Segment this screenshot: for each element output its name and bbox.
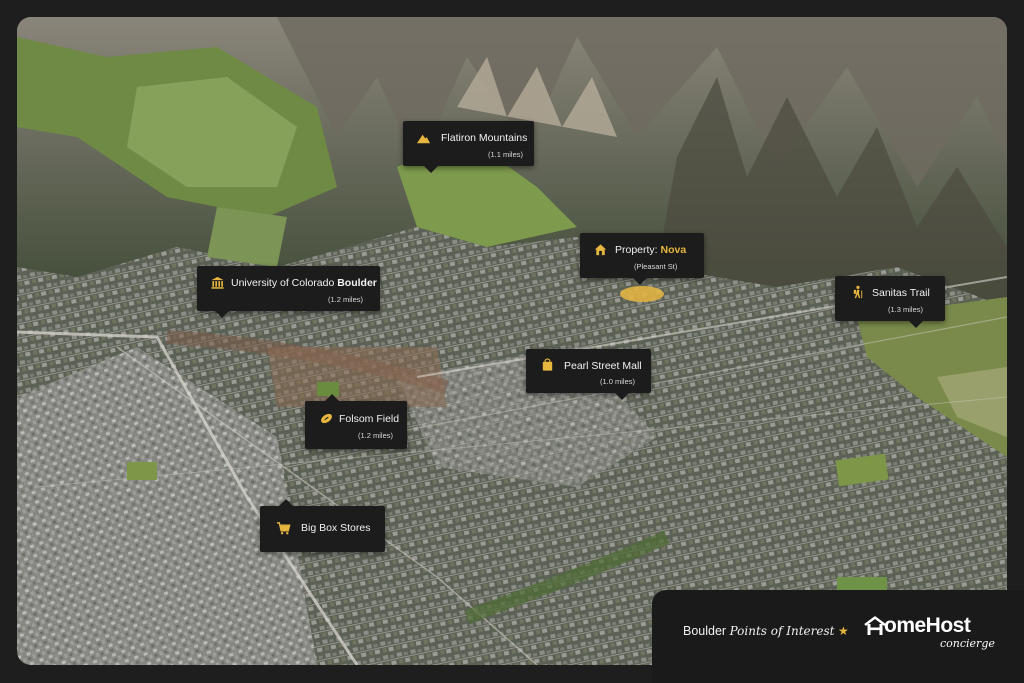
- shopping-bag-icon: [542, 358, 553, 371]
- logo-wordmark: omeHost: [884, 614, 971, 637]
- house-icon: [594, 244, 607, 256]
- pin-university-of-colorado[interactable]: University of Colorado Boulder (1.2 mile…: [197, 266, 380, 318]
- pin-title-prefix: Property:: [615, 244, 661, 256]
- property-name: Nova: [660, 244, 687, 256]
- pin-property-nova[interactable]: Property: Nova (Pleasant St): [580, 233, 704, 285]
- pin-title: Sanitas Trail: [872, 287, 930, 299]
- university-icon: [211, 276, 224, 289]
- star-icon: ★: [837, 624, 849, 638]
- pin-distance: (1.2 miles): [358, 431, 394, 440]
- caption-script: Points of Interest: [729, 624, 835, 638]
- caption-city: Boulder: [683, 624, 727, 638]
- pin-distance: (1.1 miles): [488, 150, 524, 159]
- pin-title: Property: Nova: [615, 244, 686, 256]
- pin-title-prefix: University of Colorado: [231, 277, 338, 289]
- pin-folsom-field[interactable]: Folsom Field (1.2 miles): [305, 394, 407, 449]
- pin-distance: (1.0 miles): [600, 377, 636, 386]
- hiker-icon: [853, 285, 863, 299]
- pin-distance: (1.3 miles): [888, 305, 924, 314]
- pin-big-box-stores[interactable]: Big Box Stores: [260, 499, 385, 552]
- football-icon: [321, 413, 332, 424]
- pin-sanitas-trail[interactable]: Sanitas Trail (1.3 miles): [835, 276, 945, 328]
- aerial-map[interactable]: [17, 17, 1007, 665]
- mountain-icon: [416, 134, 431, 144]
- pin-pearl-street-mall[interactable]: Pearl Street Mall (1.0 miles): [526, 349, 651, 400]
- homehost-logo: omeHost concierge: [864, 614, 999, 658]
- logo-tagline: concierge: [940, 637, 995, 650]
- pin-flatiron-mountains[interactable]: Flatiron Mountains (1.1 miles): [403, 121, 534, 173]
- brand-panel: Boulder Points of Interest ★ omeHost con…: [652, 590, 1024, 683]
- shopping-cart-icon: [276, 522, 291, 535]
- map-caption: Boulder Points of Interest ★: [683, 624, 849, 638]
- pin-title: Big Box Stores: [301, 522, 371, 534]
- pin-title: Pearl Street Mall: [564, 360, 642, 372]
- pin-title: University of Colorado Boulder: [231, 277, 377, 289]
- pin-title-highlight: Boulder: [337, 277, 377, 289]
- map-frame: [17, 17, 1007, 665]
- pin-distance: (1.2 miles): [328, 295, 364, 304]
- pin-title: Folsom Field: [339, 413, 400, 425]
- pin-distance: (Pleasant St): [634, 262, 678, 271]
- house-logo-icon: [864, 616, 886, 635]
- pin-title: Flatiron Mountains: [441, 132, 528, 144]
